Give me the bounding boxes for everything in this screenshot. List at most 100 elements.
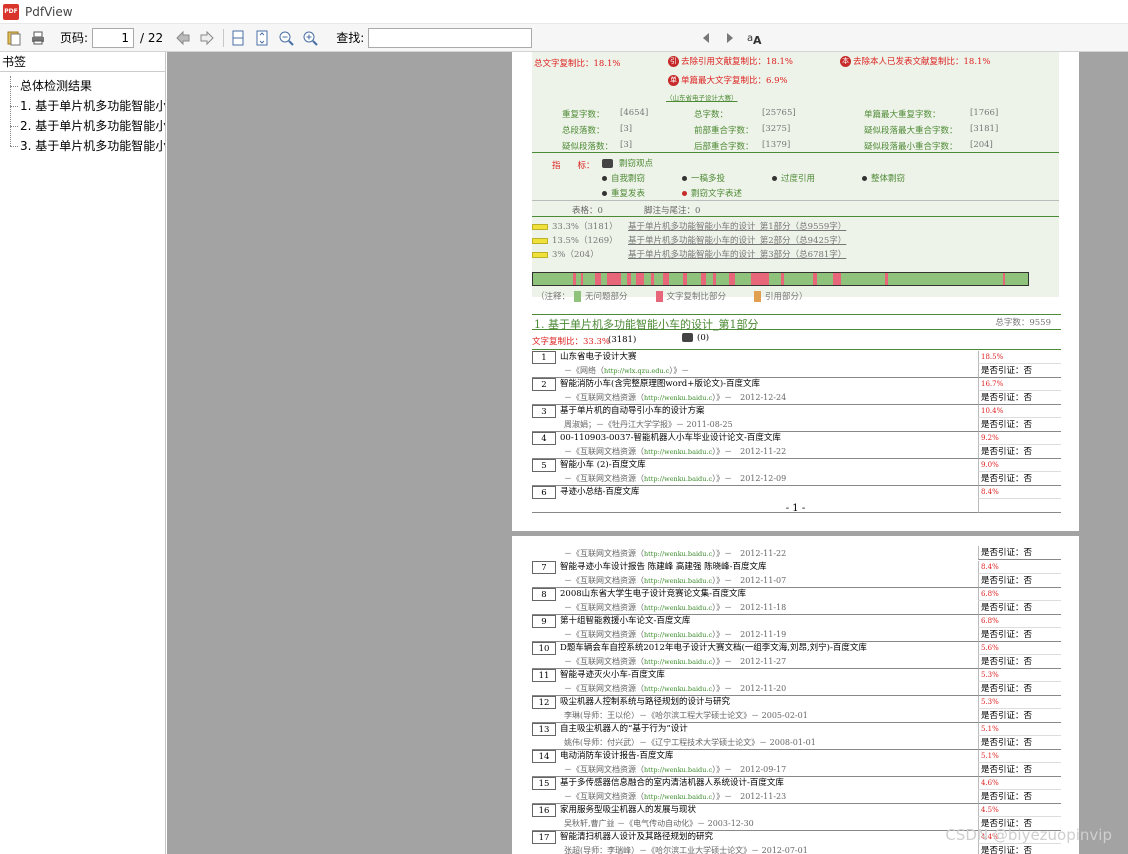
row-title[interactable]: 山东省电子设计大赛 [560,351,637,364]
zoom-in-icon[interactable] [300,28,320,48]
row-title[interactable]: D题车辆会车自控系统2012年电子设计大赛文档(一组李文海,刘昂,刘宁)-百度文… [560,642,867,655]
table-row[interactable]: 10 D题车辆会车自控系统2012年电子设计大赛文档(一组李文海,刘昂,刘宁)-百… [532,642,1061,669]
row-title[interactable]: 基于单片机的自动导引小车的设计方案 [560,405,705,418]
table-row[interactable]: 7 智能寻迹小车设计报告 陈建峰 高建强 陈晓峰-百度文库 －《互联网文档资源（ht… [532,561,1061,588]
stat-value: [3] [620,124,633,134]
row-title[interactable]: 智能消防小车(含完整原理图word+版论文)-百度文库 [560,378,760,391]
bookmark-item-part3[interactable]: 3. 基于单片机多功能智能小车的设计_第3部分 [0,136,165,156]
stat-label: 疑似段落最大重合字数： [864,126,958,136]
bookmark-item-overall[interactable]: 总体检测结果 [0,76,165,96]
fit-width-icon[interactable] [228,28,248,48]
table-row[interactable]: 13 自主吸尘机器人的“基于行为”设计 姚伟(导师：付兴武）－《辽宁工程技术大学硕士… [532,723,1061,750]
next-page-arrow-icon[interactable] [197,28,217,48]
watermark: CSDN @biyezuopinvip [945,826,1112,844]
row-title[interactable]: 智能寻迹小车设计报告 陈建峰 高建强 陈晓峰-百度文库 [560,561,766,574]
search-input[interactable] [368,27,533,48]
stat-label: 前部重合字数： [694,126,754,136]
row-percent: 5.1% [978,750,1061,763]
row-title[interactable]: 智能小车 (2)-百度文库 [560,459,646,472]
stat-label: 总字数： [694,110,729,120]
max-source-link[interactable]: （山东省电子设计大赛） [666,92,738,102]
section-comment: (0) [682,333,709,343]
row-percent: 9.2% [978,432,1061,445]
bookmark-item-part2[interactable]: 2. 基于单片机多功能智能小车的设计_第2部分 [0,116,165,136]
row-title[interactable]: 智能清扫机器人设计及其路径规划的研究 [560,831,713,844]
stat-label: 单篇最大重复字数： [864,110,941,120]
match-case-icon[interactable]: aA [744,28,764,48]
row-number: 11 [532,669,556,682]
row-title[interactable]: 吸尘机器人控制系统与路径规划的设计与研究 [560,696,730,709]
bookmark-item-part1[interactable]: 1. 基于单片机多功能智能小车的设计_第1部分 [0,96,165,116]
row-percent: 16.7% [978,378,1061,391]
table-row[interactable]: 9 第十组智能救援小车论文-百度文库 －《互联网文档资源（http://wenku.… [532,615,1061,642]
row-source: －《互联网文档资源（http://wenku.baidu.c）》－ 2012-1… [564,603,787,612]
row-cite: 是否引证：否 [978,391,1061,405]
indicator-item: 一稿多投 [682,172,725,184]
indicator-label: 指 标： [552,161,595,171]
summary-panel: 总文字复制比：18.1% 引去除引用文献复制比：18.1% 本去除本人已发表文献… [532,52,1059,302]
bookmark-panel-icon[interactable] [4,28,24,48]
stat-value: [3] [620,140,633,150]
pdf-app-icon: PDF [3,3,19,20]
row-title[interactable]: 寻迹小总结-百度文库 [560,486,639,499]
row-cite: 是否引证：否 [978,682,1061,696]
table-row[interactable]: 1 山东省电子设计大赛 －《网络（http://wlx.qzu.edu.c）》－ 18… [532,351,1061,378]
stat-value: [1766] [970,108,999,118]
stat-value: [25765] [762,108,796,118]
row-title[interactable]: 家用服务型吸尘机器人的发展与现状 [560,804,696,817]
title-bar: PDF PdfView [0,0,1128,24]
row-cite: 是否引证：否 [978,736,1061,750]
row-cite: 是否引证：否 [978,655,1061,669]
row-title[interactable]: 基于多传感器信息融合的室内清洁机器人系统设计-百度文库 [560,777,784,790]
row-title[interactable]: 2008山东省大学生电子设计竞赛论文集-百度文库 [560,588,746,601]
footnote-count: 脚注与尾注：0 [644,206,701,216]
page-total: / 22 [140,30,164,45]
find-next-icon[interactable] [720,28,740,48]
zoom-out-icon[interactable] [276,28,296,48]
fit-page-icon[interactable] [252,28,272,48]
stat-value: [204] [970,140,993,150]
divider [532,216,1059,217]
row-source: －《互联网文档资源（http://wenku.baidu.c）》－ 2012-1… [564,447,787,456]
table-row[interactable]: 5 智能小车 (2)-百度文库 －《互联网文档资源（http://wenku.bai… [532,459,1061,486]
row-percent: 4.6% [978,777,1061,790]
row-title[interactable]: 00-110903-0037-智能机器人小车毕业设计论文-百度文库 [560,432,781,445]
prev-page-arrow-icon[interactable] [173,28,193,48]
legend: （注释： 无问题部分 文字复制比部分 引用部分） [536,291,808,302]
row-number: 1 [532,351,556,364]
row-cite: 是否引证：否 [978,709,1061,723]
table-row[interactable]: 8 2008山东省大学生电子设计竞赛论文集-百度文库 －《互联网文档资源（http:… [532,588,1061,615]
section-copy-ratio: 文字复制比：33.3% [532,337,611,347]
document-viewer[interactable]: 总文字复制比：18.1% 引去除引用文献复制比：18.1% 本去除本人已发表文献… [167,52,1128,854]
page-number-input[interactable]: 1 [92,27,135,48]
bookmark-tree: 总体检测结果 1. 基于单片机多功能智能小车的设计_第1部分 2. 基于单片机多… [0,72,165,156]
part-link-1[interactable]: 基于单片机多功能智能小车的设计_第1部分（总9559字） [628,220,846,232]
table-row[interactable]: 4 00-110903-0037-智能机器人小车毕业设计论文-百度文库 －《互联网文… [532,432,1061,459]
cite-badge-icon: 引 [668,56,679,67]
pdf-page-1: 总文字复制比：18.1% 引去除引用文献复制比：18.1% 本去除本人已发表文献… [512,52,1079,531]
table-row[interactable]: 15 基于多传感器信息融合的室内清洁机器人系统设计-百度文库 －《互联网文档资源（h… [532,777,1061,804]
print-icon[interactable] [28,28,48,48]
part-link-3[interactable]: 基于单片机多功能智能小车的设计_第3部分（总6781字） [628,248,846,260]
section-header: 1. 基于单片机多功能智能小车的设计_第1部分 总字数：9559 [532,314,1061,331]
row-number: 5 [532,459,556,472]
table-row[interactable]: 2 智能消防小车(含完整原理图word+版论文)-百度文库 －《互联网文档资源（ht… [532,378,1061,405]
row-title[interactable]: 第十组智能救援小车论文-百度文库 [560,615,690,628]
row-source: 周淑娟；－《牡丹江大学学报》－ 2011-08-25 [564,420,733,429]
indicator-item: 重复发表 [602,187,645,199]
table-row[interactable]: 11 智能寻迹灭火小车-百度文库 －《互联网文档资源（http://wenku.ba… [532,669,1061,696]
stat-value: [3181] [970,124,999,134]
table-row[interactable]: 3 基于单片机的自动导引小车的设计方案 周淑娟；－《牡丹江大学学报》－ 2011-0… [532,405,1061,432]
row-title[interactable]: 智能寻迹灭火小车-百度文库 [560,669,665,682]
row-percent: 8.4% [978,486,1061,499]
row-number: 13 [532,723,556,736]
part-link-2[interactable]: 基于单片机多功能智能小车的设计_第2部分（总9425字） [628,234,846,246]
toolbar-separator [223,28,225,47]
find-prev-icon[interactable] [696,28,716,48]
row-title[interactable]: 自主吸尘机器人的“基于行为”设计 [560,723,688,736]
row-cite: 是否引证：否 [978,601,1061,615]
row-title[interactable]: 电动消防车设计报告-百度文库 [560,750,673,763]
row-source: －《互联网文档资源（http://wenku.baidu.c）》－ 2012-1… [564,792,787,801]
table-row[interactable]: 14 电动消防车设计报告-百度文库 －《互联网文档资源（http://wenku.b… [532,750,1061,777]
table-row[interactable]: 12 吸尘机器人控制系统与路径规划的设计与研究 李琳(导师：王以伦）－《哈尔滨工程大… [532,696,1061,723]
